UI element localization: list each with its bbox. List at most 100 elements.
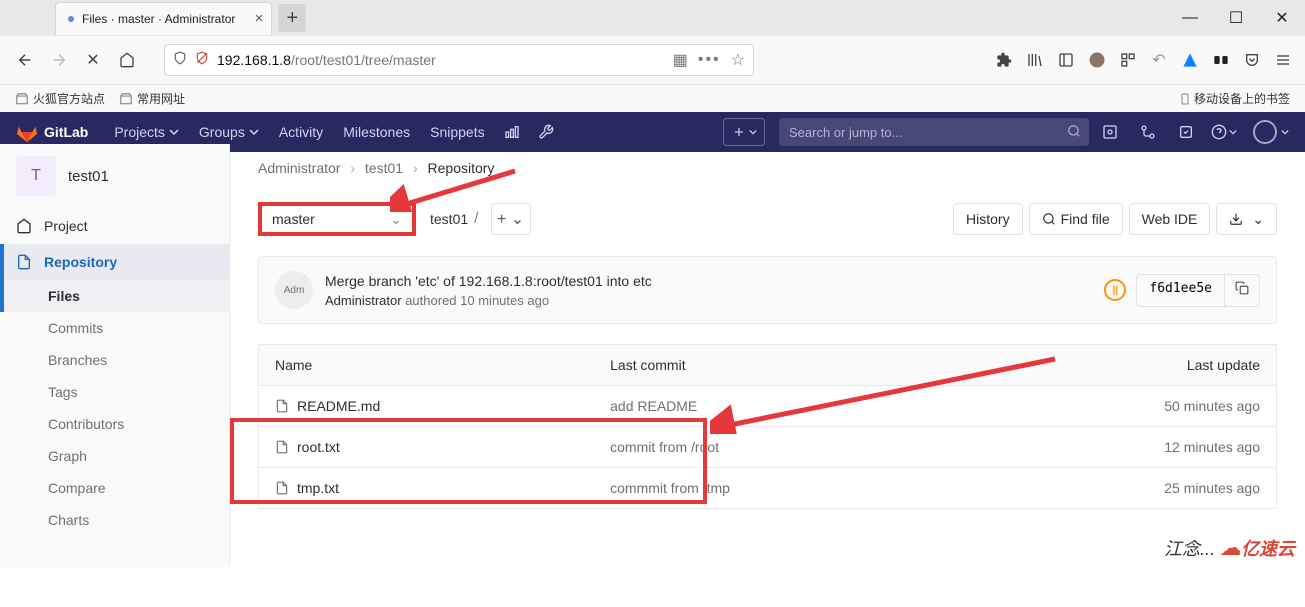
tab-modified-dot-icon [68, 16, 74, 22]
merge-requests-icon[interactable] [1131, 124, 1165, 140]
branch-selector[interactable]: master ⌄ [258, 202, 416, 236]
main-content: Administrator › test01 › Repository mast… [230, 144, 1305, 567]
bookmark-common[interactable]: 常用网址 [119, 90, 185, 107]
nav-plus-button[interactable] [723, 118, 765, 146]
toolbar-right: ↶ [990, 46, 1297, 74]
file-update: 12 minutes ago [964, 427, 1277, 468]
last-commit-box: Adm Merge branch 'etc' of 192.168.1.8:ro… [258, 256, 1277, 324]
sidebar-sub-contributors[interactable]: Contributors [0, 408, 229, 440]
col-last-commit: Last commit [594, 345, 964, 386]
pipeline-pending-icon[interactable]: || [1104, 279, 1126, 301]
breadcrumb-owner[interactable]: Administrator [258, 160, 340, 176]
user-avatar[interactable] [1253, 120, 1277, 144]
watermark-logo-icon: ☁ [1219, 535, 1241, 561]
todos-icon[interactable] [1169, 124, 1203, 140]
qr-icon[interactable]: ▦ [673, 50, 688, 70]
file-commit[interactable]: commit from /root [594, 427, 964, 468]
issues-icon[interactable] [1093, 124, 1127, 140]
sidebar-sub-branches[interactable]: Branches [0, 344, 229, 376]
download-button[interactable]: ⌄ [1216, 203, 1277, 235]
file-update: 25 minutes ago [964, 468, 1277, 509]
minimize-button[interactable]: — [1167, 2, 1213, 34]
tab-bar: Files · master · Administrator × + — ☐ ✕ [0, 0, 1305, 36]
extension2-icon[interactable] [1207, 46, 1235, 74]
search-box[interactable] [779, 118, 1089, 146]
project-avatar: T [16, 156, 56, 196]
page-actions-icon[interactable]: ••• [698, 51, 721, 69]
file-name[interactable]: tmp.txt [275, 480, 578, 496]
table-row[interactable]: README.mdadd README50 minutes ago [259, 386, 1277, 427]
commit-avatar: Adm [275, 271, 313, 309]
url-host: 192.168.1.8 [217, 52, 291, 68]
tracking-protection-icon[interactable] [173, 50, 187, 71]
file-name[interactable]: root.txt [275, 439, 578, 455]
new-tab-button[interactable]: + [278, 4, 306, 32]
url-input[interactable]: 192.168.1.8/root/test01/tree/master ▦ ••… [164, 44, 754, 76]
menu-icon[interactable] [1269, 46, 1297, 74]
breadcrumb-page: Repository [428, 160, 495, 176]
sidebar-sub-tags[interactable]: Tags [0, 376, 229, 408]
watermark: 江念... ☁ 亿速云 [1164, 535, 1295, 561]
sidebar-icon[interactable] [1052, 46, 1080, 74]
search-icon [1067, 124, 1081, 141]
sidebar-sub-compare[interactable]: Compare [0, 472, 229, 504]
bookmark-mobile[interactable]: 移动设备上的书签 [1179, 90, 1290, 107]
window-controls: — ☐ ✕ [1167, 2, 1305, 34]
sidebar-project-header[interactable]: T test01 [0, 144, 229, 208]
browser-chrome: Files · master · Administrator × + — ☐ ✕… [0, 0, 1305, 144]
sidebar-sub-files[interactable]: Files [0, 280, 229, 312]
copy-sha-button[interactable] [1225, 274, 1260, 307]
undo-icon[interactable]: ↶ [1145, 46, 1173, 74]
breadcrumb-project[interactable]: test01 [365, 160, 403, 176]
library-icon[interactable] [1021, 46, 1049, 74]
web-ide-button[interactable]: Web IDE [1129, 203, 1211, 235]
commit-message[interactable]: Merge branch 'etc' of 192.168.1.8:root/t… [325, 273, 652, 289]
back-button[interactable] [8, 43, 42, 77]
sidebar-sub-charts[interactable]: Charts [0, 504, 229, 536]
notifications-icon[interactable] [1176, 46, 1204, 74]
bookmark-firefox[interactable]: 火狐官方站点 [15, 90, 105, 107]
home-button[interactable] [110, 43, 144, 77]
bookmarks-toolbar: 火狐官方站点 常用网址 移动设备上的书签 [0, 84, 1305, 112]
find-file-button[interactable]: Find file [1029, 203, 1123, 235]
table-row[interactable]: tmp.txt commmit from /tmp25 minutes ago [259, 468, 1277, 509]
commit-sha[interactable]: f6d1ee5e [1136, 274, 1225, 307]
tab-title: Files · master · Administrator [82, 12, 235, 26]
history-button[interactable]: History [953, 203, 1023, 235]
sidebar-sub-graph[interactable]: Graph [0, 440, 229, 472]
file-name[interactable]: README.md [275, 398, 578, 414]
gitlab-body: T test01 Project Repository Files Commit… [0, 144, 1305, 567]
browser-tab[interactable]: Files · master · Administrator × [55, 2, 272, 35]
file-table: Name Last commit Last update README.mdad… [258, 344, 1277, 509]
address-bar: ✕ 192.168.1.8/root/test01/tree/master ▦ … [0, 36, 1305, 84]
stop-button[interactable]: ✕ [76, 43, 110, 77]
table-row[interactable]: root.txt commit from /root12 minutes ago [259, 427, 1277, 468]
help-icon[interactable] [1207, 124, 1241, 140]
account-icon[interactable] [1083, 46, 1111, 74]
add-file-button[interactable]: + ⌄ [491, 203, 531, 235]
sidebar-item-project[interactable]: Project [0, 208, 229, 244]
gitlab-logo[interactable]: GitLab [16, 121, 88, 143]
site-insecure-icon[interactable] [195, 50, 209, 71]
sidebar-sub-commits[interactable]: Commits [0, 312, 229, 344]
pocket-icon[interactable] [1238, 46, 1266, 74]
breadcrumb: Administrator › test01 › Repository [258, 160, 1277, 176]
file-commit[interactable]: commmit from /tmp [594, 468, 964, 509]
maximize-button[interactable]: ☐ [1213, 2, 1259, 34]
bookmark-star-icon[interactable]: ☆ [731, 50, 745, 70]
close-button[interactable]: ✕ [1259, 2, 1305, 34]
path-root[interactable]: test01 [430, 211, 468, 227]
path-separator: / [474, 210, 478, 228]
forward-button[interactable] [42, 43, 76, 77]
project-name: test01 [68, 168, 109, 185]
customize-icon[interactable] [1114, 46, 1142, 74]
file-commit[interactable]: add README [594, 386, 964, 427]
search-input[interactable] [779, 118, 1089, 146]
tab-close-icon[interactable]: × [255, 10, 264, 27]
sidebar-item-repository[interactable]: Repository [0, 244, 229, 280]
nav-analytics-icon[interactable] [495, 124, 529, 140]
repo-toolbar: master ⌄ test01 / + ⌄ History Find file … [258, 202, 1277, 236]
nav-admin-icon[interactable] [529, 124, 563, 140]
extension-icon[interactable] [990, 46, 1018, 74]
col-name: Name [259, 345, 595, 386]
